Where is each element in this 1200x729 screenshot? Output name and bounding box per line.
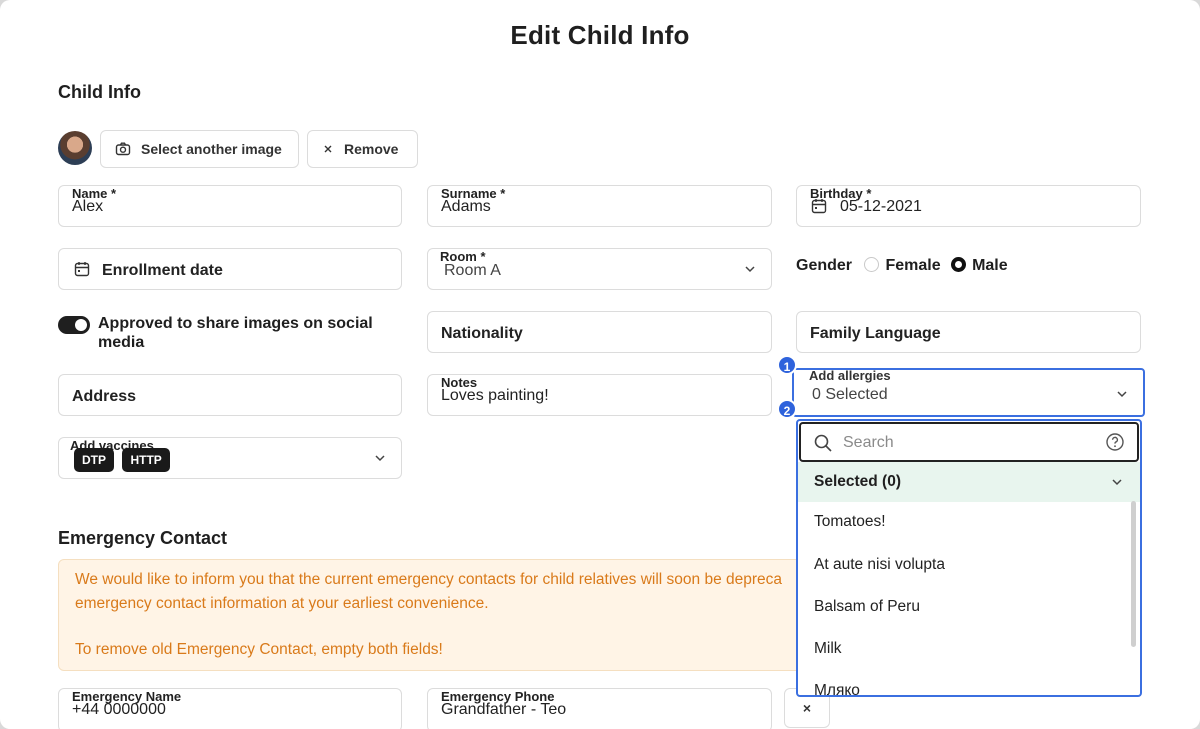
remove-image-button[interactable]: Remove (307, 130, 418, 168)
search-placeholder: Search (843, 434, 894, 451)
alert-line-3: To remove old Emergency Contact, empty b… (75, 641, 443, 658)
select-image-label: Select another image (141, 141, 282, 157)
vaccine-chip[interactable]: DTP (74, 448, 114, 472)
name-value: Alex (72, 198, 104, 215)
gender-group: Gender Female Male (796, 257, 1008, 275)
deprecation-alert: We would like to inform you that the cur… (58, 559, 818, 671)
surname-value: Adams (441, 198, 491, 215)
room-value: Room A (444, 262, 501, 279)
alert-line-2: emergency contact information at your ea… (75, 595, 489, 612)
notes-field[interactable]: Notes Loves painting! (427, 374, 772, 416)
close-icon (324, 145, 332, 153)
dropdown-scrollbar[interactable] (1131, 501, 1136, 647)
emergency-phone-value: Grandfather - Teo (441, 701, 567, 718)
edit-child-page: Edit Child Info Child Info Select anothe… (0, 0, 1200, 729)
allergy-option[interactable]: Tomatoes! (814, 513, 886, 531)
allergy-option[interactable]: Milk (814, 640, 842, 658)
vaccine-chip[interactable]: HTTP (122, 448, 170, 472)
child-info-title: Child Info (58, 82, 141, 102)
vaccines-select[interactable]: Add vaccines DTP HTTP (58, 437, 402, 479)
emergency-name-field[interactable]: Emergency Name +44 0000000 (58, 688, 402, 729)
chevron-down-icon (1112, 479, 1122, 486)
allergy-option[interactable]: At aute nisi volupta (814, 556, 945, 574)
vaccine-chips: DTP HTTP (74, 448, 174, 472)
chevron-down-icon (745, 266, 755, 273)
search-icon (814, 434, 832, 452)
birthday-value: 05-12-2021 (840, 198, 922, 215)
notes-value: Loves painting! (441, 387, 549, 404)
allergies-dropdown: Search Selected (0) Tomatoes! At aute ni… (796, 419, 1142, 697)
emergency-name-value: +44 0000000 (72, 701, 166, 718)
annotation-badge-2: 2 (777, 399, 797, 419)
birthday-field[interactable]: Birthday * 05-12-2021 (796, 185, 1141, 227)
nationality-field[interactable]: Nationality (427, 311, 772, 353)
address-placeholder: Address (72, 388, 137, 405)
enrollment-date-field[interactable]: Enrollment date (58, 248, 402, 290)
share-images-toggle[interactable] (58, 316, 90, 334)
allergy-search-input[interactable]: Search (799, 422, 1139, 462)
allergy-option[interactable]: Mляко (814, 682, 860, 695)
avatar (58, 131, 92, 165)
share-images-label: Approved to share images on social media (98, 315, 373, 351)
family-language-placeholder: Family Language (810, 325, 941, 342)
allergy-option[interactable]: Balsam of Peru (814, 598, 920, 616)
family-language-field[interactable]: Family Language (796, 311, 1141, 353)
page-title: Edit Child Info (510, 20, 690, 50)
nationality-placeholder: Nationality (441, 325, 523, 342)
enrollment-date-placeholder: Enrollment date (102, 262, 223, 279)
help-icon[interactable] (1105, 432, 1125, 452)
alert-line-1: We would like to inform you that the cur… (75, 571, 783, 588)
gender-female-option[interactable]: Female (864, 257, 941, 274)
chevron-down-icon (375, 455, 385, 462)
selected-group-label: Selected (0) (814, 473, 902, 490)
name-field[interactable]: Name * Alex (58, 185, 402, 227)
clear-label: × (802, 700, 812, 716)
remove-label: Remove (344, 141, 399, 157)
gender-label: Gender (796, 257, 853, 274)
emergency-phone-field[interactable]: Emergency Phone Grandfather - Teo (427, 688, 772, 729)
gender-male-option[interactable]: Male (951, 257, 1008, 274)
emergency-contact-title: Emergency Contact (58, 528, 228, 548)
radio-female[interactable] (864, 257, 880, 272)
calendar-icon (811, 199, 827, 214)
allergies-highlight (792, 368, 1145, 417)
annotation-badge-1: 1 (777, 355, 797, 375)
calendar-icon (74, 262, 90, 277)
room-select[interactable]: Room * Room A (427, 248, 772, 290)
select-image-button[interactable]: Select another image (100, 130, 299, 168)
gender-female-label: Female (885, 257, 941, 274)
camera-icon (115, 142, 131, 156)
selected-group-header[interactable]: Selected (0) (798, 462, 1140, 502)
surname-field[interactable]: Surname * Adams (427, 185, 772, 227)
gender-male-label: Male (972, 257, 1008, 274)
address-field[interactable]: Address (58, 374, 402, 416)
radio-male[interactable] (951, 257, 967, 272)
